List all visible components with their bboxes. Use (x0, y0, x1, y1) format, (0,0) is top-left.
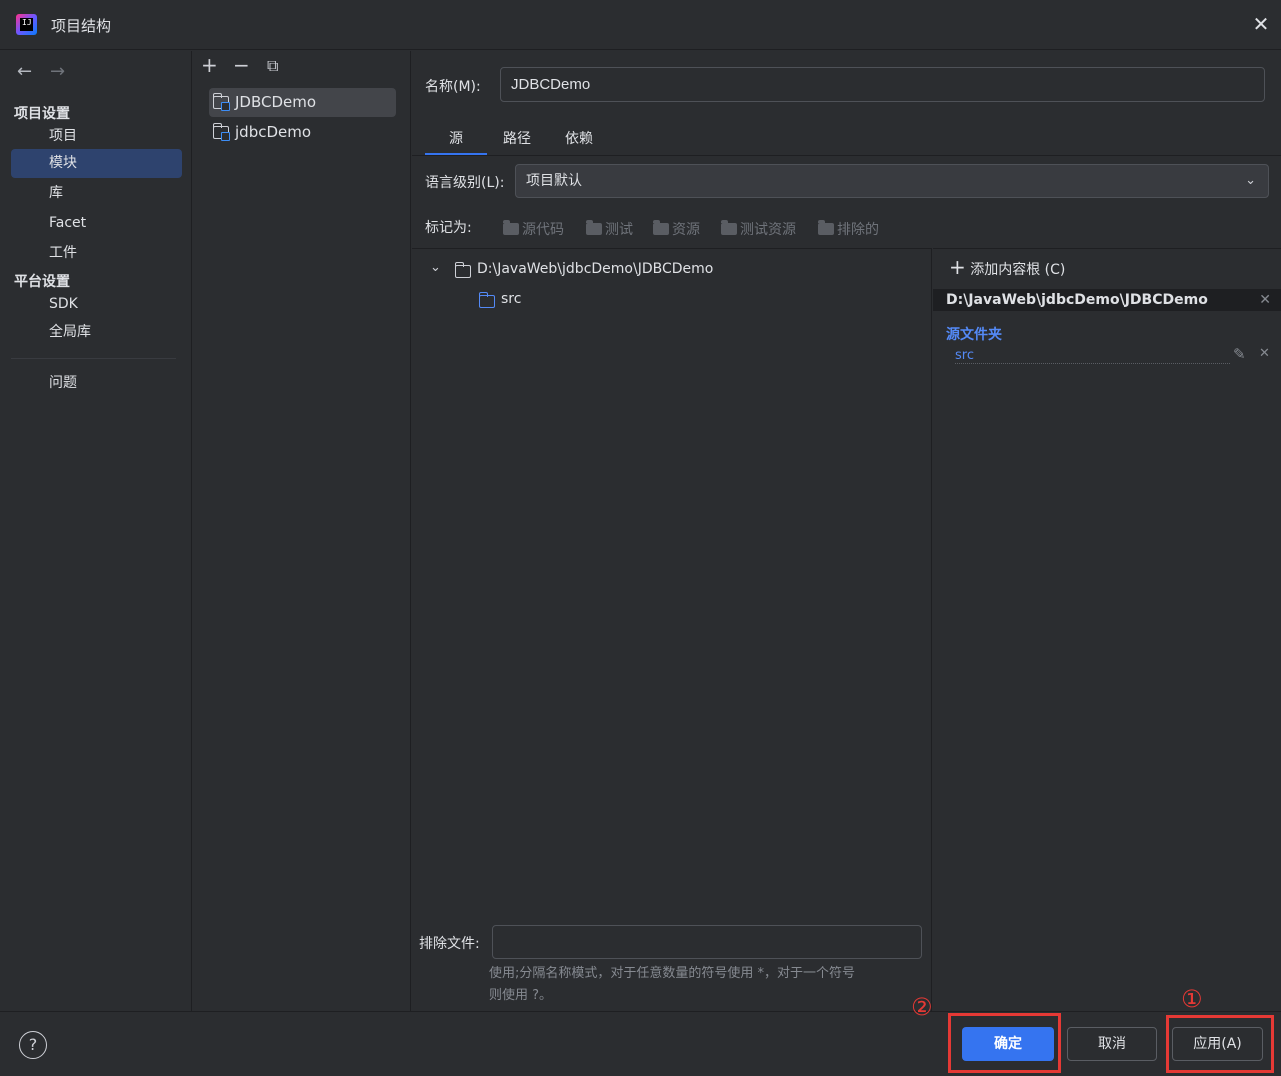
mark-resources-button[interactable]: 资源 (653, 219, 700, 239)
language-level-label: 语言级别(L): (425, 175, 505, 191)
tree-src-label[interactable]: src (501, 291, 521, 307)
module-list-panel: + − ⧉ JDBCDemo jdbcDemo (193, 51, 411, 1011)
nav-item-artifacts[interactable]: 工件 (11, 239, 182, 268)
tests-folder-icon (586, 220, 602, 235)
module-item[interactable]: JDBCDemo (209, 88, 396, 117)
exclude-files-input[interactable] (492, 925, 922, 959)
back-arrow-icon[interactable]: ← (17, 61, 32, 82)
settings-nav: ← → 项目设置 项目 模块 库 Facet 工件 平台设置 SDK 全局库 问… (0, 51, 192, 1011)
section-project-settings: 项目设置 (14, 106, 70, 122)
module-folder-icon (212, 93, 230, 111)
nav-item-global-libraries[interactable]: 全局库 (11, 318, 182, 347)
annotation-marker-2: ② (911, 993, 933, 1021)
forward-arrow-icon[interactable]: → (50, 61, 65, 82)
nav-item-libraries[interactable]: 库 (11, 179, 182, 208)
mark-as-label: 标记为: (425, 220, 472, 236)
annotation-marker-1: ① (1181, 985, 1203, 1013)
cancel-button[interactable]: 取消 (1067, 1027, 1157, 1061)
remove-module-button[interactable]: − (233, 55, 250, 75)
source-folder-icon (478, 292, 495, 312)
tree-root-label[interactable]: D:\JavaWeb\jdbcDemo\JDBCDemo (477, 261, 713, 277)
mark-excluded-button[interactable]: 排除的 (818, 219, 879, 239)
nav-item-modules[interactable]: 模块 (11, 149, 182, 178)
chevron-down-icon: ⌄ (1245, 173, 1256, 188)
name-label: 名称(M): (425, 79, 481, 95)
content-root-header: D:\JavaWeb\jdbcDemo\JDBCDemo ✕ (933, 289, 1281, 311)
nav-separator (11, 358, 176, 359)
module-settings-panel: 名称(M): 源 路径 依赖 语言级别(L): 项目默认 ⌄ 标记为: 源代码 … (412, 51, 1281, 1011)
add-module-button[interactable]: + (201, 55, 218, 75)
module-item[interactable]: jdbcDemo (209, 118, 396, 147)
resources-folder-icon (653, 220, 669, 235)
module-name-input[interactable] (500, 67, 1265, 102)
mark-tests-button[interactable]: 测试 (586, 219, 633, 239)
remove-source-folder-icon[interactable]: ✕ (1259, 346, 1270, 361)
tab-dependencies[interactable]: 依赖 (554, 128, 604, 156)
exclude-hint-line-2: 则使用 ?。 (489, 988, 553, 1003)
edit-pencil-icon[interactable]: ✎ (1233, 345, 1246, 363)
help-icon[interactable]: ? (19, 1031, 47, 1059)
nav-item-project[interactable]: 项目 (11, 122, 182, 151)
tab-paths[interactable]: 路径 (492, 128, 542, 156)
title-bar: IJ 项目结构 ✕ (0, 0, 1281, 50)
plus-icon: + (949, 255, 966, 279)
dialog-footer: ? ② 确定 取消 ① 应用(A) (0, 985, 1281, 1076)
module-folder-icon (212, 123, 230, 141)
copy-module-button[interactable]: ⧉ (267, 56, 278, 76)
nav-item-facet[interactable]: Facet (11, 209, 182, 238)
tab-sources[interactable]: 源 (425, 128, 487, 156)
content-roots-panel: + 添加内容根 (C) D:\JavaWeb\jdbcDemo\JDBCDemo… (933, 248, 1281, 1011)
test-resources-folder-icon (721, 220, 737, 235)
tree-root-folder-icon (454, 262, 471, 282)
chevron-down-icon[interactable]: ⌄ (430, 260, 441, 275)
section-platform-settings: 平台设置 (14, 274, 70, 290)
nav-item-sdk[interactable]: SDK (11, 290, 182, 319)
mark-test-resources-button[interactable]: 测试资源 (721, 219, 796, 239)
add-content-root-button[interactable]: + 添加内容根 (C) (949, 257, 1065, 279)
nav-item-problems[interactable]: 问题 (11, 369, 182, 398)
language-level-select[interactable]: 项目默认 ⌄ (515, 164, 1269, 198)
apply-button[interactable]: 应用(A) (1172, 1027, 1263, 1061)
mark-sources-button[interactable]: 源代码 (503, 219, 564, 239)
close-icon[interactable]: ✕ (1250, 13, 1272, 35)
content-root-tree: ⌄ D:\JavaWeb\jdbcDemo\JDBCDemo src 排除文件:… (412, 248, 932, 1011)
sources-folder-icon (503, 220, 519, 235)
ok-button[interactable]: 确定 (962, 1027, 1054, 1061)
tab-divider (412, 155, 1281, 156)
exclude-hint-line-1: 使用;分隔名称模式，对于任意数量的符号使用 *，对于一个符号 (489, 966, 856, 981)
remove-root-icon[interactable]: ✕ (1259, 289, 1271, 311)
window-title: 项目结构 (51, 17, 112, 35)
excluded-folder-icon (818, 220, 834, 235)
exclude-files-label: 排除文件: (419, 936, 480, 952)
source-folder-entry[interactable]: src (955, 348, 1230, 364)
intellij-logo-icon: IJ (16, 14, 37, 35)
source-folders-title: 源文件夹 (946, 327, 1002, 343)
